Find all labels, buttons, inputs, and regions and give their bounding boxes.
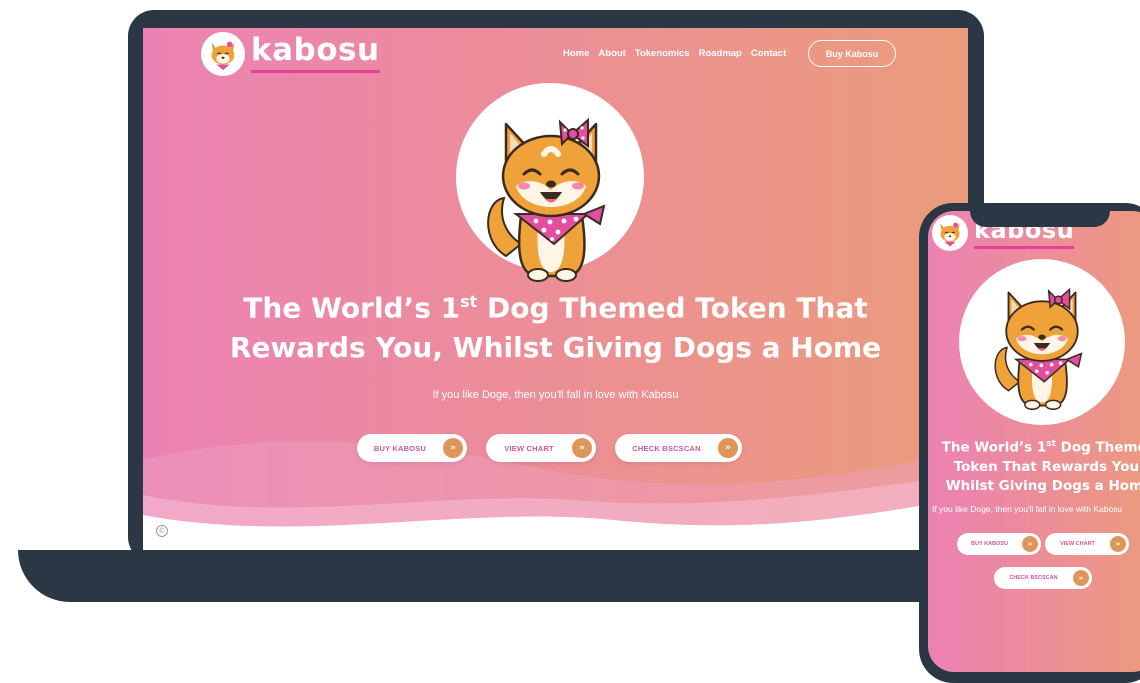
double-chevron-right-icon: » — [1022, 536, 1038, 552]
shiba-dog-mascot-icon — [487, 117, 606, 282]
main-navigation: Home About Tokenomics Roadmap Contact — [563, 48, 786, 59]
nav-item-tokenomics[interactable]: Tokenomics — [635, 48, 690, 59]
double-chevron-right-icon: » — [1110, 536, 1126, 552]
nav-item-home[interactable]: Home — [563, 48, 589, 59]
mobile-hero-subheadline: If you like Doge, then you'll fall in lo… — [932, 504, 1123, 514]
laptop-base — [18, 550, 1018, 602]
brand-name: kabosu — [251, 35, 380, 73]
check-bscscan-button[interactable]: CHECK BSCSCAN » — [615, 434, 742, 462]
hero-subheadline: If you like Doge, then you'll fall in lo… — [432, 389, 679, 401]
buy-kabosu-nav-button[interactable]: Buy Kabosu — [808, 40, 896, 67]
nav-item-contact[interactable]: Contact — [751, 48, 786, 59]
dog-logo-icon — [201, 32, 245, 76]
mobile-website-screen: kabosu The World’s 1st Dog Themed Token … — [928, 211, 1140, 672]
nav-item-roadmap[interactable]: Roadmap — [699, 48, 742, 59]
mobile-buy-kabosu-button[interactable]: BUY KABOSU » — [957, 533, 1041, 555]
mobile-hero-headline: The World’s 1st Dog Themed Token That Re… — [941, 439, 1140, 494]
view-chart-button[interactable]: VIEW CHART » — [486, 434, 596, 462]
double-chevron-right-icon: » — [718, 438, 738, 458]
buy-kabosu-button[interactable]: BUY KABOSU » — [357, 434, 467, 462]
nav-item-about[interactable]: About — [598, 48, 625, 59]
hero-headline: The World’s 1st Dog Themed Token That Re… — [229, 291, 882, 365]
double-chevron-right-icon: » — [1073, 570, 1089, 586]
dog-logo-icon — [932, 215, 968, 251]
brand-logo[interactable]: kabosu — [201, 32, 380, 76]
mobile-check-bscscan-button[interactable]: CHECK BSCSCAN » — [994, 567, 1092, 589]
copyright-icon: © — [156, 525, 168, 537]
shiba-dog-mascot-icon — [994, 287, 1083, 411]
double-chevron-right-icon: » — [572, 438, 592, 458]
double-chevron-right-icon: » — [443, 438, 463, 458]
mobile-view-chart-button[interactable]: VIEW CHART » — [1045, 533, 1129, 555]
phone-notch — [970, 203, 1110, 227]
desktop-website-screen: kabosu Home About Tokenomics Roadmap Con… — [143, 28, 968, 550]
